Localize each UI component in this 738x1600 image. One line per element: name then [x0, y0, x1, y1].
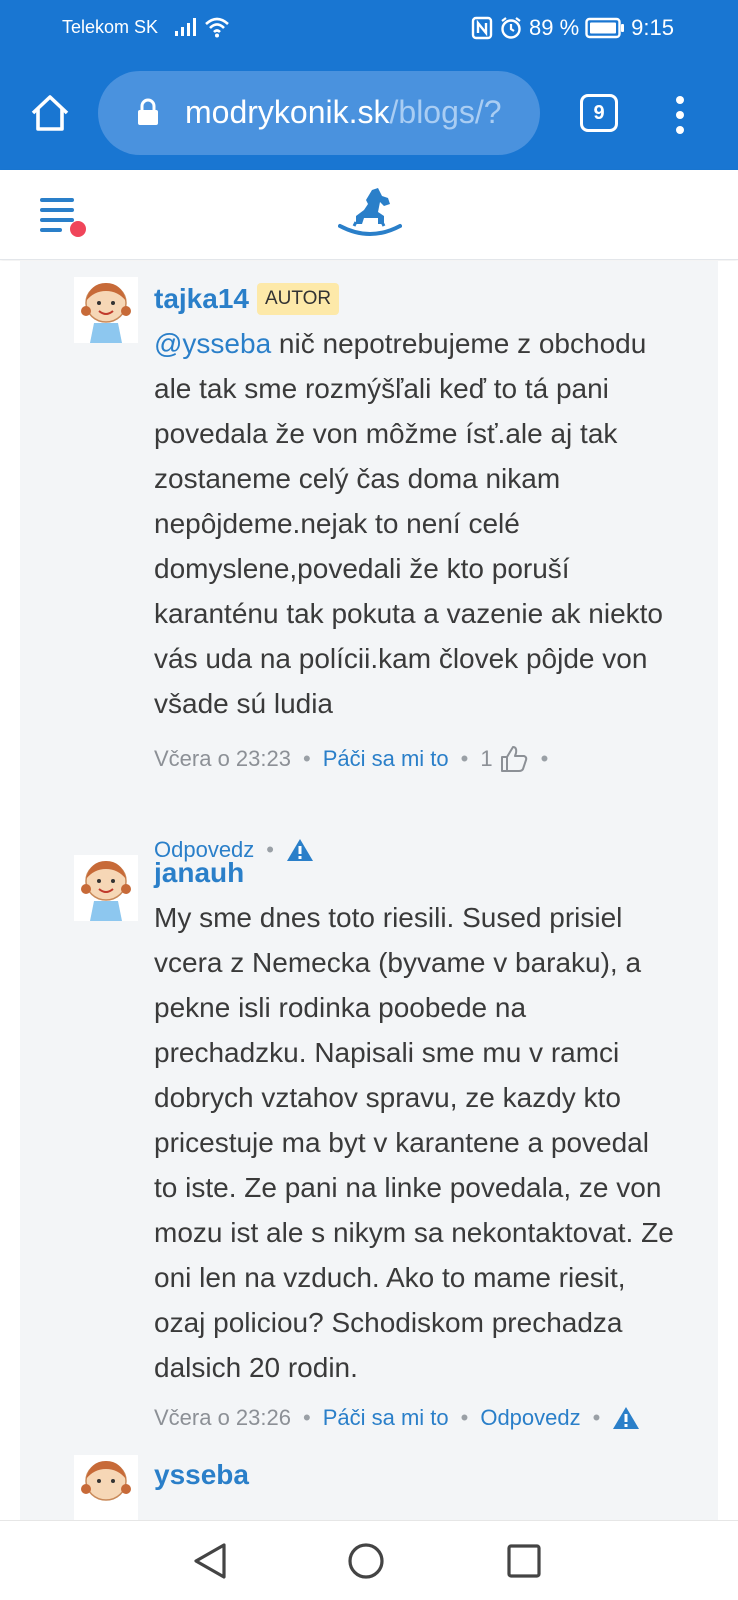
comment-author[interactable]: janauh [154, 857, 244, 889]
comment-time: Včera o 23:23 [154, 746, 291, 771]
comment: janauh My sme dnes toto riesili. Sused p… [20, 855, 718, 1445]
signal-icon [175, 18, 196, 36]
separator-dot: • [460, 1405, 469, 1430]
warning-icon[interactable] [612, 1405, 640, 1431]
system-navigation-bar [0, 1520, 738, 1600]
comment: ysseba [20, 1455, 718, 1520]
battery-icon [585, 17, 625, 39]
clock: 9:15 [631, 15, 674, 40]
tab-switcher-button[interactable]: 9 [580, 94, 618, 132]
notification-dot [70, 221, 86, 237]
battery-percent: 89 % [529, 15, 580, 40]
url-path: /blogs/? [389, 94, 502, 130]
mention-link[interactable]: @ysseba [154, 328, 271, 359]
url-text[interactable]: modrykonik.sk/blogs/? [185, 94, 520, 131]
hamburger-menu-icon[interactable] [40, 198, 90, 240]
comment-text: My sme dnes toto riesili. Sused prisiel … [154, 902, 674, 1383]
like-button[interactable]: Páči sa mi to [323, 1405, 449, 1431]
comment-author[interactable]: tajka14 [154, 283, 249, 315]
comment: tajka14 AUTOR @ysseba nič nepotrebujeme … [20, 261, 718, 862]
comment-time: Včera o 23:26 [154, 1405, 291, 1430]
browser-toolbar: modrykonik.sk/blogs/? 9 [0, 58, 738, 170]
comment-meta: Včera o 23:26 • Páči sa mi to • Odpovedz… [154, 1405, 694, 1431]
like-count: 1 [480, 746, 493, 771]
alarm-icon [501, 17, 521, 39]
separator-dot: • [540, 746, 549, 771]
separator-dot: • [592, 1405, 601, 1430]
status-bar: Telekom SK 89 % 9:15 [0, 0, 738, 58]
like-button[interactable]: Páči sa mi to [323, 746, 449, 772]
comments-panel: tajka14 AUTOR @ysseba nič nepotrebujeme … [20, 261, 718, 1520]
lock-icon [138, 98, 158, 125]
rocking-horse-logo[interactable] [338, 186, 402, 240]
comments-section: tajka14 AUTOR @ysseba nič nepotrebujeme … [0, 261, 738, 1520]
comment-body: nič nepotrebujeme z obchodu ale tak sme … [154, 328, 664, 719]
reply-button[interactable]: Odpovedz [480, 1405, 580, 1431]
home-icon[interactable] [28, 91, 72, 135]
avatar[interactable] [74, 1455, 138, 1520]
comment-author[interactable]: ysseba [154, 1459, 249, 1491]
site-header [0, 170, 738, 260]
recent-apps-icon[interactable] [506, 1543, 542, 1579]
separator-dot: • [302, 1405, 311, 1430]
separator-dot: • [460, 746, 469, 771]
more-vert-icon[interactable] [670, 94, 690, 136]
wifi-icon [205, 17, 229, 38]
nfc-icon [471, 16, 493, 40]
carrier-name: Telekom SK [62, 17, 159, 37]
url-host: modrykonik.sk [185, 94, 390, 130]
comment-meta: Včera o 23:23 • Páči sa mi to • 1 • Odpo… [154, 745, 694, 863]
back-icon[interactable] [190, 1541, 232, 1581]
home-circle-icon[interactable] [346, 1541, 386, 1581]
avatar[interactable] [74, 855, 138, 921]
thumbs-up-icon[interactable] [499, 745, 529, 773]
author-badge: AUTOR [256, 283, 340, 315]
separator-dot: • [302, 746, 311, 771]
comment-text: @ysseba nič nepotrebujeme z obchodu ale … [154, 321, 674, 726]
avatar[interactable] [74, 277, 138, 343]
